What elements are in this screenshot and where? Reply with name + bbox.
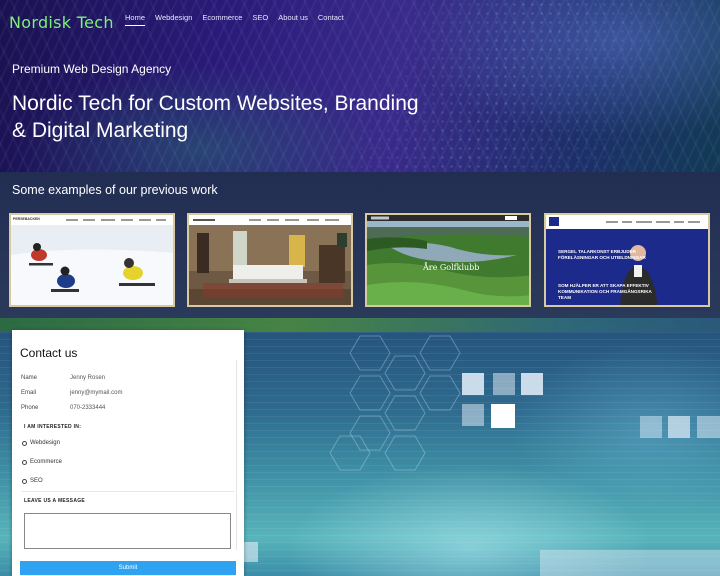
radio-icon[interactable]: [22, 459, 27, 465]
hero-headline: Nordic Tech for Custom Websites, Brandin…: [12, 92, 419, 142]
message-label: LEAVE US A MESSAGE: [24, 498, 86, 504]
site-logo[interactable]: Nordisk Tech: [9, 13, 114, 32]
interest-label: I AM INTERESTED IN:: [24, 424, 82, 430]
nav-webdesign[interactable]: Webdesign: [155, 13, 192, 26]
option-ecommerce[interactable]: Ecommerce: [22, 459, 62, 465]
option-label: SEO: [30, 478, 43, 484]
radio-icon[interactable]: [22, 478, 27, 484]
hero-background-dots: [330, 0, 720, 172]
nav-seo[interactable]: SEO: [252, 13, 268, 26]
golf-landscape-image: [367, 215, 529, 305]
name-field[interactable]: Jenny Rosen: [70, 375, 105, 381]
hero-section: Nordisk Tech Home Webdesign Ecommerce SE…: [0, 0, 720, 172]
option-seo[interactable]: SEO: [22, 478, 43, 484]
submit-button[interactable]: Submit: [20, 561, 236, 575]
thumb-topbar: [546, 215, 708, 230]
email-field[interactable]: jenny@mymail.com: [70, 390, 122, 396]
phone-field[interactable]: 070-2333444: [70, 405, 105, 411]
option-webdesign[interactable]: Webdesign: [22, 440, 60, 446]
nav-about-us[interactable]: About us: [278, 13, 308, 26]
message-textarea[interactable]: [24, 513, 231, 549]
example-thumb-sergel[interactable]: SERGEL TALARKONST ERBJUDER FÖRELÄSNINGAR…: [544, 213, 710, 307]
examples-section: Some examples of our previous work PERSE…: [0, 172, 720, 318]
golf-caption: Åre Golfklubb: [423, 263, 480, 272]
main-nav: Home Webdesign Ecommerce SEO About us Co…: [125, 13, 344, 26]
nav-contact[interactable]: Contact: [318, 13, 344, 26]
radio-icon[interactable]: [22, 440, 27, 446]
interior-image: [189, 225, 351, 305]
contact-form: Contact us Name Jenny Rosen Email jenny@…: [12, 330, 244, 576]
snow-scene-image: [11, 225, 173, 305]
email-label: Email: [21, 390, 37, 396]
examples-title: Some examples of our previous work: [12, 183, 218, 197]
example-thumb-interior[interactable]: [187, 213, 353, 307]
sergel-text-2: SOM HJÄLPER ER ATT SKAPA EFFEKTIV KOMMUN…: [558, 283, 652, 300]
nav-ecommerce[interactable]: Ecommerce: [202, 13, 242, 26]
example-thumb-persebacken[interactable]: PERSEBACKEN: [9, 213, 175, 307]
option-label: Ecommerce: [30, 459, 63, 465]
contact-title: Contact us: [20, 346, 78, 360]
nav-home[interactable]: Home: [125, 13, 146, 26]
hero-tagline: Premium Web Design Agency: [12, 62, 172, 76]
name-label: Name: [21, 375, 38, 381]
thumb-logo: PERSEBACKEN: [13, 217, 40, 221]
example-thumb-golf[interactable]: Åre Golfklubb: [365, 213, 531, 307]
sergel-text-1: SERGEL TALARKONST ERBJUDER FÖRELÄSNINGAR…: [558, 249, 646, 260]
option-label: Webdesign: [30, 440, 60, 446]
sergel-logo-mark: [549, 217, 559, 226]
phone-label: Phone: [21, 405, 39, 411]
